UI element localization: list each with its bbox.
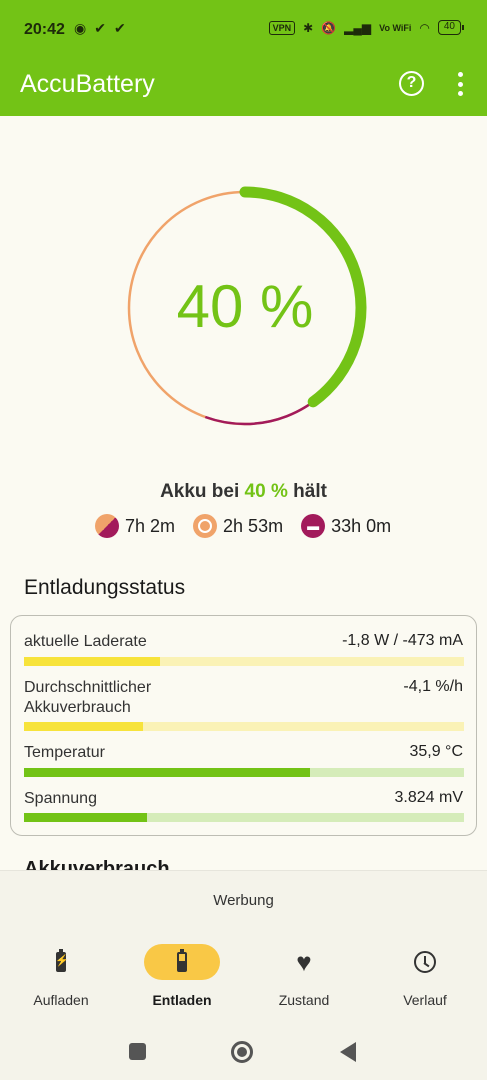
nav-label-entladen: Entladen [152,992,212,1008]
estimate-mixed-value: 7h 2m [125,515,176,536]
screen-on-icon [193,514,218,538]
history-icon [414,951,436,973]
battery-icon: 40 [437,20,465,35]
help-icon[interactable]: ? [399,71,424,96]
stat-label-temperature: Temperatur [24,744,105,761]
mute-icon: 🔕 [321,20,337,35]
nav-label-zustand: Zustand [278,992,330,1008]
nav-pill [23,944,99,980]
back-button[interactable] [340,1042,356,1062]
vpn-icon: VPN [268,20,296,35]
discharge-stats-card[interactable]: aktuelle Laderate -1,8 W / -473 mA Durch… [10,615,477,836]
home-button[interactable] [231,1041,253,1063]
stat-value-charge-rate: -1,8 W / -473 mA [342,632,463,649]
stat-bar-fill [24,722,143,731]
status-bar: 20:42 ◉ ✔ ✔ VPN ✱ 🔕 ▂▄▆ Vo WiFi ◠ 40 [0,0,487,62]
estimate-screen-on-value: 2h 53m [223,515,284,536]
stat-value-temperature: 35,9 °C [409,743,463,760]
stat-label-avg-usage: Durchschnittlicher Akkuverbrauch [24,679,152,716]
nav-label-verlauf: Verlauf [403,992,447,1008]
app-title: AccuBattery [20,70,155,98]
check-icon: ✔ [113,20,126,36]
vowifi-icon: Vo WiFi [379,22,412,33]
estimate-sleep-value: 33h 0m [331,515,392,536]
battery-charging-icon [55,949,69,972]
signal-icon: ▂▄▆ [344,20,372,35]
stat-bar-temperature [24,768,464,777]
recents-button[interactable] [129,1043,146,1060]
nav-item-zustand[interactable]: ♥ Zustand [249,944,359,1008]
estimate-sleep: ▬ 33h 0m [301,514,391,538]
stat-label-voltage: Spannung [24,790,97,807]
nav-label-aufladen: Aufladen [33,992,89,1008]
status-time: 20:42 [24,21,65,38]
stat-bar-fill [24,657,161,666]
ad-label: Werbung [213,892,274,909]
holds-suffix: hält [293,481,327,502]
next-section-title: Akkuverbrauch [24,858,170,870]
stat-bar-charge-rate [24,657,464,666]
stat-bar-fill [24,813,148,822]
stat-label-charge-rate: aktuelle Laderate [24,633,147,650]
nav-pill-active [144,944,220,980]
wifi-icon: ◠ [419,20,430,35]
notification-icons: ◉ ✔ ✔ [74,20,126,37]
battery-percent: 40 % [176,273,314,340]
more-vert-icon[interactable] [450,70,470,98]
app-bar: AccuBattery ? [0,62,487,116]
time-estimates: 7h 2m 2h 53m ▬ 33h 0m [95,512,409,540]
estimate-mixed: 7h 2m [95,514,175,538]
stat-bar-fill [24,768,310,777]
heart-icon: ♥ [296,947,312,977]
bluetooth-icon: ✱ [303,20,314,35]
check-icon: ✔ [94,20,106,36]
estimate-screen-on: 2h 53m [193,514,283,538]
mixed-usage-icon [95,514,119,538]
stat-value-avg-usage: -4,1 %/h [403,678,463,695]
nav-item-aufladen[interactable]: Aufladen [6,944,116,1008]
wechat-icon: ◉ [74,20,87,36]
status-icons: VPN ✱ 🔕 ▂▄▆ Vo WiFi ◠ 40 [268,20,465,35]
section-title: Entladungsstatus [24,576,186,599]
stat-bar-avg-usage [24,722,464,731]
holds-prefix: Akku bei [160,481,240,502]
nav-item-verlauf[interactable]: Verlauf [370,944,480,1008]
stat-bar-voltage [24,813,464,822]
holds-percent: 40 % [244,481,288,502]
nav-pill [387,944,463,980]
nav-item-entladen[interactable]: Entladen [127,944,237,1008]
nav-pill: ♥ [266,944,342,980]
sleep-icon: ▬ [301,514,326,538]
holds-line: Akku bei 40 % hält [0,481,487,503]
battery-discharge-icon [177,949,187,972]
stat-value-voltage: 3.824 mV [394,789,463,806]
